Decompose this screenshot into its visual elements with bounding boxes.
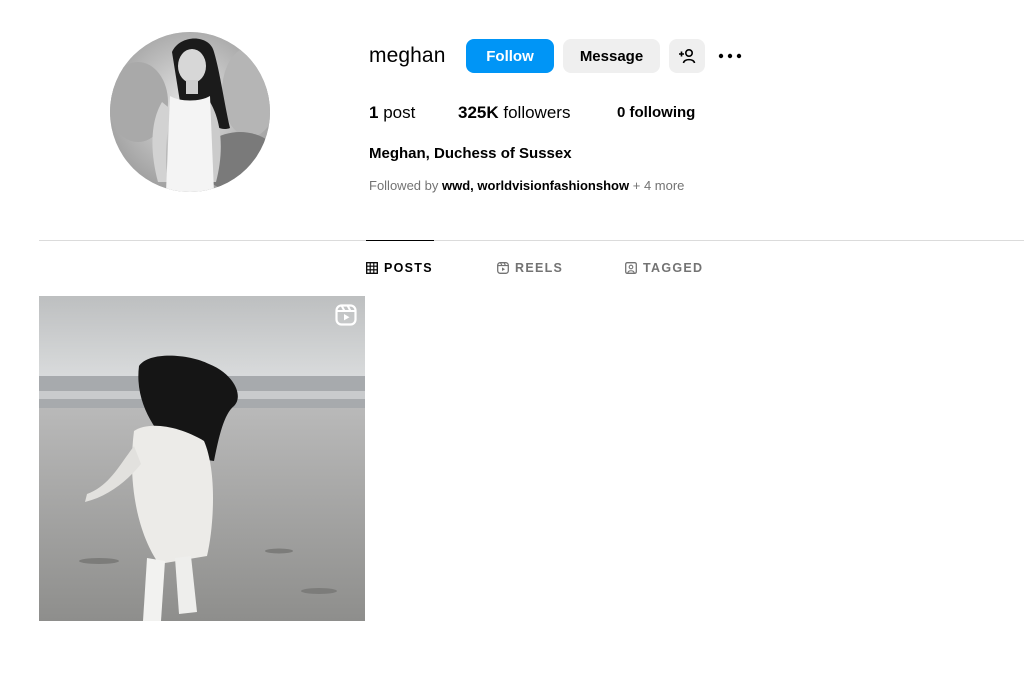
more-options-icon <box>718 53 742 59</box>
following-count-label: following <box>629 104 696 121</box>
post-image <box>39 296 365 621</box>
tab-posts[interactable]: POSTS <box>366 261 433 275</box>
followers-count-label: followers <box>503 103 571 122</box>
posts-count-value: 1 <box>369 103 379 122</box>
tab-reels[interactable]: REELS <box>497 261 563 275</box>
following-count[interactable]: 0 following <box>617 103 695 123</box>
following-count-value: 0 <box>617 104 626 121</box>
tab-posts-label: POSTS <box>384 261 433 275</box>
tab-tagged[interactable]: TAGGED <box>625 261 703 275</box>
followed-by[interactable]: Followed by wwd, worldvisionfashionshow … <box>369 178 684 193</box>
tagged-icon <box>625 262 637 274</box>
followed-by-account: worldvisionfashionshow <box>477 178 630 193</box>
profile-photo <box>110 32 270 192</box>
suggested-accounts-button[interactable] <box>669 39 705 73</box>
follow-button[interactable]: Follow <box>466 39 554 73</box>
profile-avatar[interactable] <box>110 32 270 192</box>
followers-count-value: 325K <box>458 103 499 122</box>
tabs-divider <box>39 240 1024 241</box>
followed-by-separator: , <box>470 178 474 193</box>
grid-icon <box>366 262 378 274</box>
followed-by-more: + 4 more <box>632 178 685 193</box>
more-options-button[interactable] <box>716 44 744 68</box>
posts-count: 1 post <box>369 103 415 123</box>
active-tab-indicator <box>366 240 434 241</box>
followers-count[interactable]: 325K followers <box>458 103 570 123</box>
tab-tagged-label: TAGGED <box>643 261 704 275</box>
reels-icon <box>497 262 509 274</box>
profile-username: meghan <box>369 44 446 67</box>
tab-reels-label: REELS <box>515 261 564 275</box>
message-button[interactable]: Message <box>563 39 660 73</box>
add-person-icon <box>679 48 696 64</box>
post-thumbnail[interactable] <box>39 296 365 621</box>
profile-full-name: Meghan, Duchess of Sussex <box>369 145 572 162</box>
posts-count-label: post <box>383 103 416 122</box>
reel-badge-icon <box>335 304 357 326</box>
followed-by-prefix: Followed by <box>369 178 439 193</box>
followed-by-account: wwd <box>442 178 471 193</box>
